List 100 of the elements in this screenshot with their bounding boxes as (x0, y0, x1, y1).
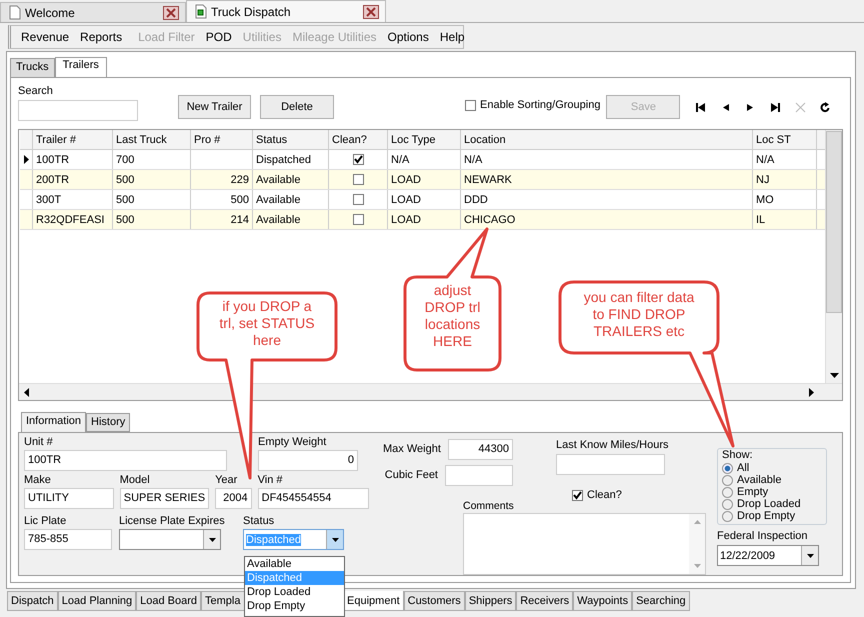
dropdown-option[interactable]: Drop Empty (245, 599, 344, 613)
input-field[interactable] (445, 465, 513, 486)
view-tab[interactable]: Trucks (10, 58, 55, 77)
last-record-icon[interactable] (770, 102, 782, 112)
module-tab[interactable]: Customers (404, 591, 465, 611)
module-tab[interactable]: Load Board (136, 591, 202, 611)
field-label: Make (24, 474, 52, 487)
input-field[interactable]: 100TR (24, 450, 227, 471)
clean-checkbox[interactable] (352, 154, 364, 165)
table-cell: DDD (464, 194, 488, 206)
module-tab[interactable]: Dispatch (7, 591, 58, 611)
table-cell: 500 (116, 194, 134, 206)
input-field[interactable]: 0 (258, 450, 358, 471)
menu-item[interactable]: Help (440, 30, 465, 44)
dropdown-option[interactable]: Available (245, 557, 344, 571)
detail-tab[interactable]: History (86, 413, 130, 432)
column-header[interactable]: Loc Type (388, 130, 461, 149)
table-cell: IL (756, 214, 766, 226)
module-tab[interactable]: Equipment (343, 591, 404, 611)
detail-tab[interactable]: Information (21, 412, 86, 432)
clean-checkbox[interactable] (352, 174, 364, 185)
input-field[interactable]: 2004 (215, 488, 252, 509)
table-cell: 229 (230, 174, 249, 186)
refresh-icon[interactable] (820, 102, 832, 112)
table-cell: NJ (756, 174, 770, 186)
field-label: Unit # (24, 436, 54, 449)
caret-icon (332, 538, 338, 542)
menu-item[interactable]: Options (388, 30, 429, 44)
table-cell: 214 (230, 214, 249, 226)
input-field[interactable]: 785-855 (24, 529, 112, 550)
column-header[interactable]: Loc ST (753, 130, 817, 149)
first-record-icon[interactable] (695, 102, 706, 112)
document-icon (195, 4, 207, 19)
table-cell: Available (256, 174, 300, 186)
field-label: Comments (463, 500, 515, 513)
table-cell: 500 (116, 214, 134, 226)
input-field[interactable]: UTILITY (24, 488, 114, 509)
field-label: Last Know Miles/Hours (556, 439, 670, 452)
callout-text: you can filter data to FIND DROP TRAILERS etc (582, 289, 696, 340)
scroll-right-icon[interactable] (809, 388, 814, 396)
scroll-left-icon[interactable] (24, 388, 29, 396)
column-header[interactable]: Last Truck (113, 130, 191, 149)
caret-icon (806, 554, 814, 558)
field-label: Cubic Feet (384, 469, 438, 482)
table-cell: Available (256, 194, 300, 206)
document-tab[interactable]: Welcome (0, 2, 186, 22)
column-header[interactable]: Clean? (329, 130, 388, 149)
module-tab[interactable]: Receivers (516, 591, 574, 611)
clean-checkbox[interactable] (352, 194, 364, 205)
field-label: Model (120, 474, 151, 487)
group-label: Show: (722, 449, 754, 462)
menu-item[interactable]: POD (206, 30, 232, 44)
input-field[interactable]: SUPER SERIES (120, 488, 210, 509)
field-label: Federal Inspection (717, 530, 808, 543)
module-tab[interactable]: Shippers (464, 591, 516, 611)
table-cell: 200TR (36, 174, 70, 186)
table-cell: R32QDFEASI (36, 214, 104, 226)
document-tab[interactable]: Truck Dispatch (186, 0, 386, 22)
view-tab[interactable]: Trailers (54, 57, 107, 77)
clean-checkbox[interactable] (352, 214, 364, 225)
date-dropdown[interactable]: 12/22/2009 (717, 545, 819, 566)
action-button[interactable]: Delete (260, 95, 334, 119)
table-cell: N/A (391, 154, 410, 166)
column-header[interactable]: Pro # (191, 130, 253, 149)
filter-radio[interactable]: Available (722, 474, 822, 486)
table-cell: CHICAGO (464, 214, 516, 226)
column-header[interactable]: Status (253, 130, 329, 149)
callout-text: if you DROP a trl, set STATUS here (218, 298, 316, 349)
menu-item[interactable]: Revenue (21, 30, 70, 44)
filter-radio[interactable]: Empty (722, 486, 822, 498)
column-header[interactable]: Trailer # (33, 130, 113, 149)
search-field[interactable] (18, 100, 138, 121)
filter-radio[interactable]: Drop Empty (722, 510, 822, 522)
table-cell: MO (756, 194, 774, 206)
callout-text: adjust DROP trl locations HERE (424, 282, 482, 350)
close-icon[interactable] (363, 4, 379, 18)
table-cell: LOAD (391, 174, 421, 186)
scroll-down-icon[interactable] (830, 373, 838, 378)
table-cell: N/A (464, 154, 482, 166)
caret-icon (208, 538, 216, 542)
clean-checkbox[interactable] (572, 490, 583, 501)
input-field[interactable] (556, 454, 665, 475)
filter-radio[interactable]: Drop Loaded (722, 498, 822, 510)
module-tab[interactable]: Load Planning (58, 591, 136, 611)
filter-radio[interactable]: All (722, 462, 822, 474)
input-field[interactable]: 44300 (448, 439, 513, 460)
horizontal-scrollbar[interactable] (19, 383, 842, 400)
menu-item[interactable]: Reports (80, 30, 122, 44)
module-tab[interactable]: Waypoints (573, 591, 632, 611)
close-icon[interactable] (163, 6, 179, 20)
vertical-scrollbar[interactable] (825, 130, 842, 383)
date-dropdown[interactable] (119, 529, 221, 550)
input-field[interactable]: DF454554554 (258, 488, 369, 509)
field-label: Vin # (258, 474, 284, 487)
module-tab[interactable]: Searching (632, 591, 690, 611)
column-header[interactable]: Location (461, 130, 753, 149)
table-cell: NEWARK (464, 174, 512, 186)
dropdown-option[interactable]: Drop Loaded (245, 585, 344, 599)
action-button[interactable]: New Trailer (178, 95, 251, 119)
sorting-checkbox[interactable] (465, 100, 476, 110)
